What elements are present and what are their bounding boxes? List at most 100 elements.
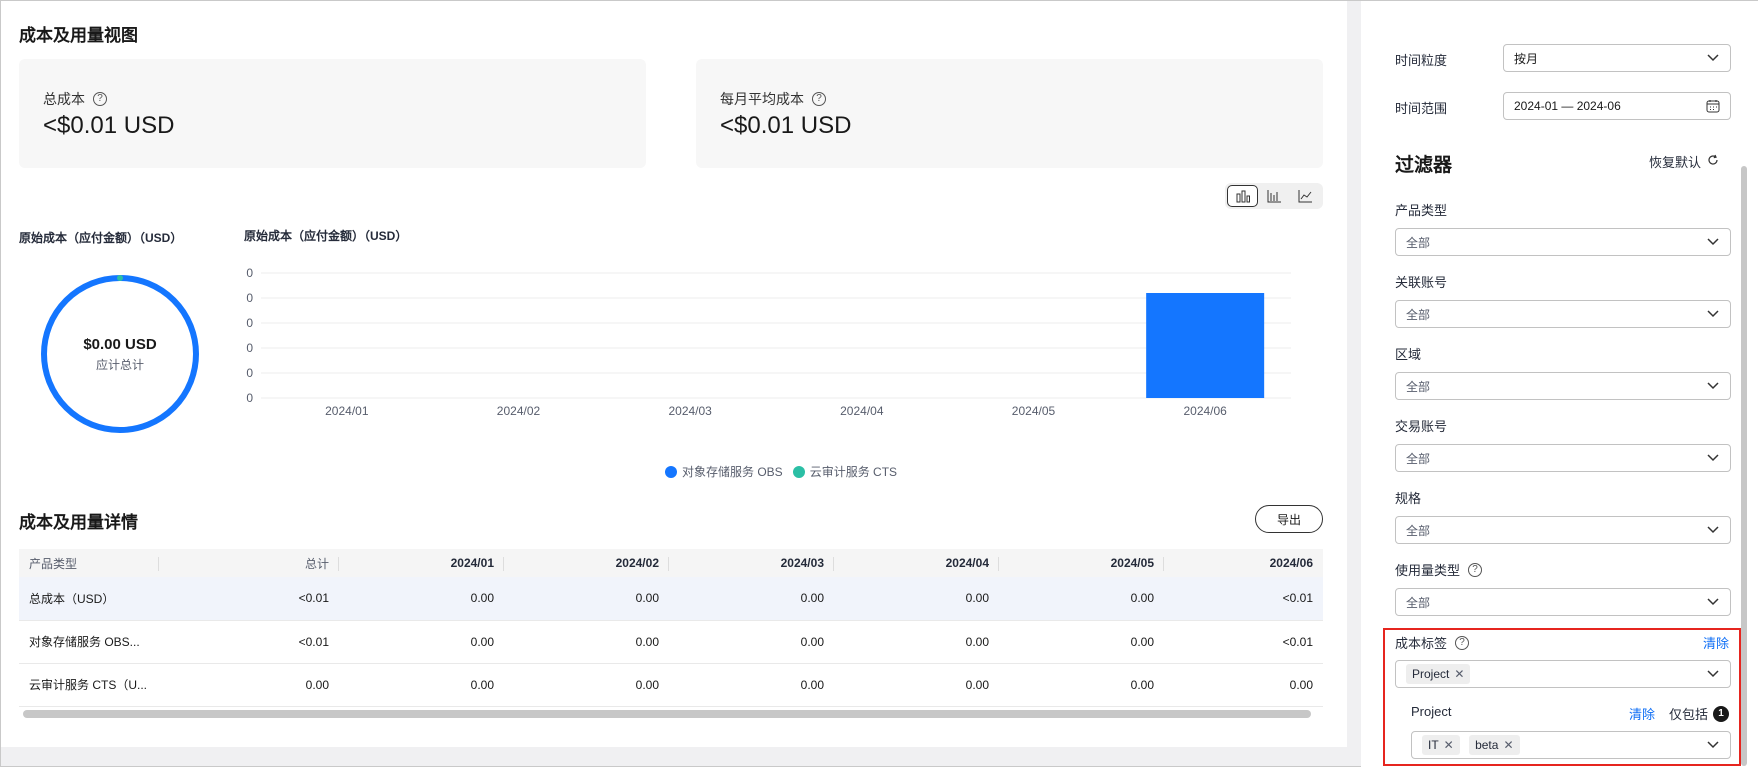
cost-tag-select[interactable]: Project ✕	[1395, 660, 1731, 688]
spec-select[interactable]: 全部	[1395, 516, 1731, 544]
help-icon[interactable]: ?	[812, 92, 826, 106]
y-tick-label: 0	[246, 291, 253, 305]
view-title: 成本及用量视图	[19, 26, 138, 45]
horizontal-scrollbar[interactable]	[23, 710, 1311, 718]
help-icon[interactable]: ?	[1455, 635, 1470, 650]
chevron-down-icon	[1706, 451, 1720, 465]
count-badge: 1	[1713, 705, 1730, 722]
main-panel: 成本及用量视图 总成本 ? <$0.01 USD 每月平均成本 ? <$0.01…	[1, 1, 1347, 747]
donut-chart: $0.00 USD 应计总计	[39, 273, 201, 435]
column-header[interactable]: 2024/01	[339, 549, 504, 577]
x-tick-label: 2024/06	[1183, 404, 1227, 418]
trading-account-select[interactable]: 全部	[1395, 444, 1731, 472]
chevron-down-icon	[1706, 307, 1720, 321]
avg-cost-value: <$0.01 USD	[720, 112, 852, 139]
granularity-label: 时间粒度	[1395, 53, 1448, 68]
chevron-down-icon	[1706, 379, 1720, 393]
y-tick-label: 0	[246, 341, 253, 355]
bar	[1146, 293, 1265, 398]
x-tick-label: 2024/05	[1012, 404, 1056, 418]
column-header[interactable]: 2024/05	[999, 549, 1164, 577]
avg-cost-label: 每月平均成本	[720, 91, 804, 107]
total-cost-card: 总成本 ? <$0.01 USD	[19, 59, 646, 168]
chevron-down-icon	[1706, 595, 1720, 609]
chart-type-toggle	[1225, 183, 1323, 209]
help-icon[interactable]: ?	[93, 92, 107, 106]
details-title: 成本及用量详情	[19, 513, 138, 532]
project-label: Project	[1411, 704, 1452, 719]
project-values-select[interactable]: IT ✕ beta ✕	[1411, 731, 1731, 759]
chevron-down-icon	[1706, 738, 1720, 752]
filter-label-spec: 规格	[1395, 491, 1422, 506]
line-chart-icon[interactable]	[1290, 185, 1321, 207]
bar-chart-icon[interactable]	[1227, 185, 1259, 207]
column-chart-icon[interactable]	[1258, 185, 1289, 207]
detail-table: 产品类型 总计 2024/01 2024/02 2024/03 2024/04 …	[19, 549, 1323, 707]
donut-subtitle: 应计总计	[95, 357, 144, 372]
total-cost-label: 总成本	[43, 91, 85, 107]
close-icon[interactable]: ✕	[1444, 738, 1454, 752]
filter-label-product-type: 产品类型	[1395, 203, 1448, 218]
chart-legend: 对象存储服务 OBS 云审计服务 CTS	[665, 463, 897, 480]
column-header[interactable]: 2024/02	[504, 549, 669, 577]
chevron-down-icon	[1706, 667, 1720, 681]
usage-type-select[interactable]: 全部	[1395, 588, 1731, 616]
close-icon[interactable]: ✕	[1454, 667, 1464, 681]
filter-label-linked-account: 关联账号	[1395, 275, 1448, 290]
product-type-select[interactable]: 全部	[1395, 228, 1731, 256]
filter-label-trading-account: 交易账号	[1395, 419, 1448, 434]
avg-cost-card: 每月平均成本 ? <$0.01 USD	[696, 59, 1323, 168]
only-include-toggle[interactable]: 仅包括 1	[1669, 704, 1730, 723]
project-clear-link[interactable]: 清除	[1629, 704, 1655, 723]
tag-chip[interactable]: Project ✕	[1406, 664, 1471, 684]
legend-item-cts[interactable]: 云审计服务 CTS	[792, 463, 897, 480]
chevron-down-icon	[1706, 235, 1720, 249]
cost-tag-label: 成本标签 ?	[1395, 633, 1470, 652]
linked-account-select[interactable]: 全部	[1395, 300, 1731, 328]
granularity-select[interactable]: 按月	[1503, 44, 1731, 72]
total-cost-value: <$0.01 USD	[43, 112, 175, 139]
filter-label-region: 区域	[1395, 347, 1422, 362]
chevron-down-icon	[1706, 523, 1720, 537]
reset-defaults-button[interactable]: 恢复默认	[1649, 152, 1719, 171]
filter-title: 过滤器	[1395, 155, 1453, 176]
column-header[interactable]: 2024/03	[669, 549, 834, 577]
help-icon[interactable]: ?	[1468, 562, 1483, 577]
bar-chart-title: 原始成本（应付金额）（USD）	[244, 229, 408, 243]
legend-dot	[792, 465, 805, 478]
tag-chip[interactable]: beta ✕	[1469, 735, 1520, 755]
range-label: 时间范围	[1395, 101, 1448, 116]
legend-dot	[665, 465, 677, 478]
column-header[interactable]: 总计	[159, 549, 339, 577]
y-tick-label: 0	[246, 391, 253, 405]
table-row[interactable]: 总成本（USD） <0.01 0.00 0.00 0.00 0.00 0.00 …	[19, 577, 1323, 621]
table-row[interactable]: 云审计服务 CTS（U... 0.00 0.00 0.00 0.00 0.00 …	[19, 663, 1323, 707]
export-button[interactable]: 导出	[1255, 505, 1323, 533]
table-row[interactable]: 对象存储服务 OBS... <0.01 0.00 0.00 0.00 0.00 …	[19, 620, 1323, 664]
cost-tag-clear-link[interactable]: 清除	[1703, 633, 1729, 652]
x-tick-label: 2024/03	[668, 404, 712, 418]
legend-item-obs[interactable]: 对象存储服务 OBS	[665, 463, 783, 480]
column-header[interactable]: 2024/06	[1164, 549, 1323, 577]
donut-title: 原始成本（应付金额）（USD）	[19, 231, 183, 245]
y-tick-label: 0	[246, 316, 253, 330]
donut-value: $0.00 USD	[83, 335, 157, 353]
filter-label-usage-type: 使用量类型 ?	[1395, 560, 1483, 579]
chevron-down-icon	[1706, 51, 1720, 65]
column-header[interactable]: 2024/04	[834, 549, 999, 577]
x-tick-label: 2024/02	[497, 404, 541, 418]
x-tick-label: 2024/04	[840, 404, 884, 418]
calendar-icon	[1706, 99, 1720, 113]
y-tick-label: 0	[246, 366, 253, 380]
bar-chart: 0 0 0 0 0 0 2024/01 2024/02 2024/03 2024/04 2024/0…	[246, 266, 1291, 418]
refresh-icon	[1707, 154, 1719, 169]
date-range-picker[interactable]: 2024-01 — 2024-06	[1503, 92, 1731, 120]
x-tick-label: 2024/01	[325, 404, 369, 418]
close-icon[interactable]: ✕	[1503, 738, 1513, 752]
y-tick-label: 0	[246, 266, 253, 280]
table-header-row: 产品类型 总计 2024/01 2024/02 2024/03 2024/04 …	[19, 549, 1323, 577]
vertical-scrollbar[interactable]	[1741, 166, 1747, 766]
tag-chip[interactable]: IT ✕	[1422, 735, 1460, 755]
column-header[interactable]: 产品类型	[19, 549, 159, 577]
region-select[interactable]: 全部	[1395, 372, 1731, 400]
